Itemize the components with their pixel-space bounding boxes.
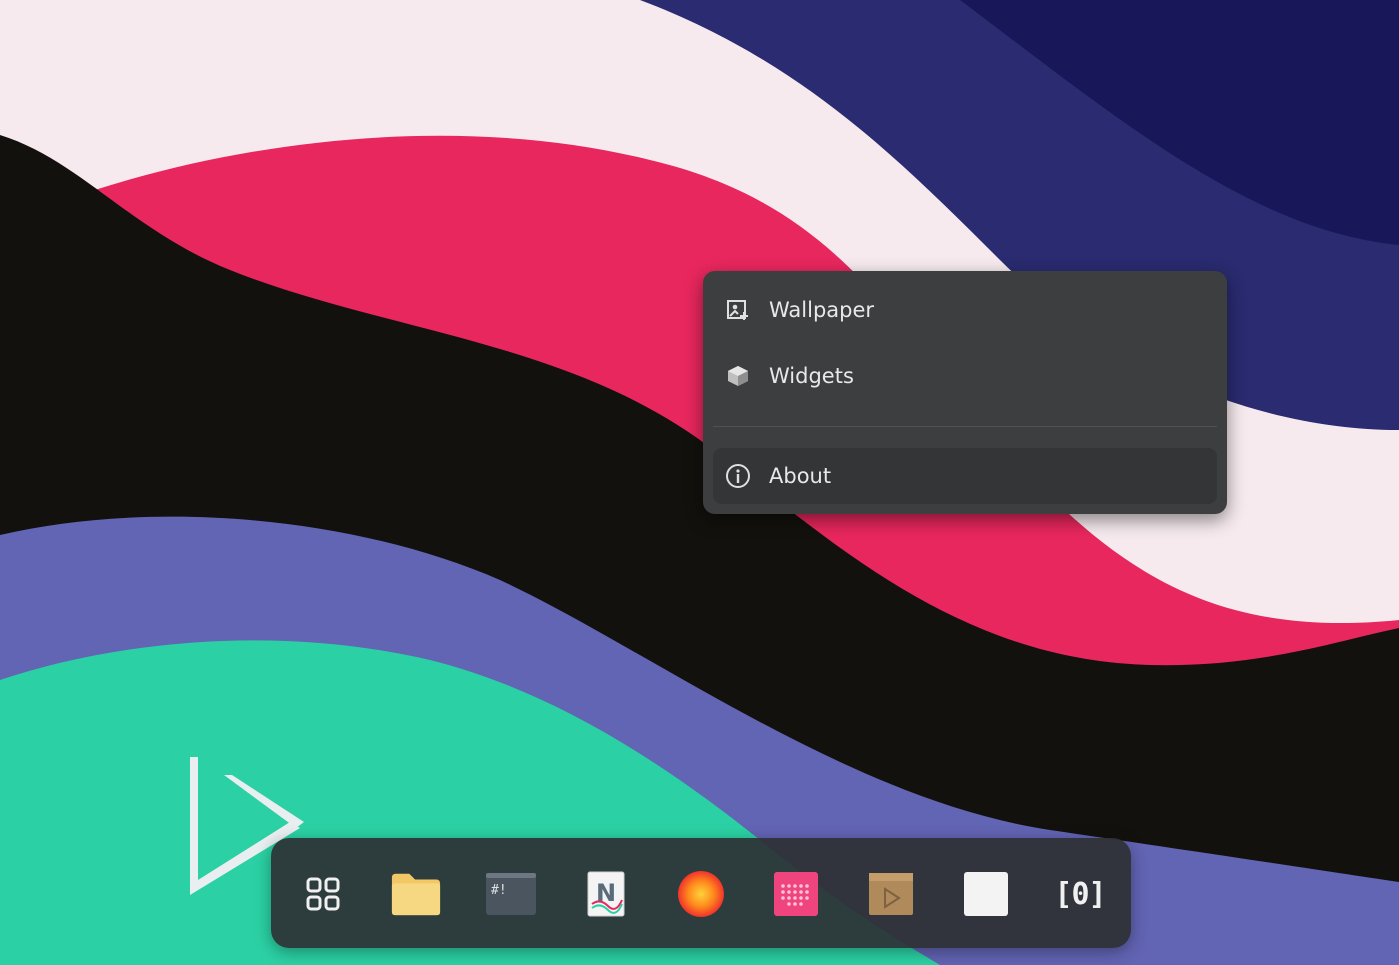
menu-item-widgets[interactable]: Widgets xyxy=(713,348,1217,404)
wallpaper-icon xyxy=(725,297,751,323)
workspaces-icon[interactable]: [0] xyxy=(1054,868,1106,920)
notes-icon[interactable]: N xyxy=(580,868,632,920)
app-grid-icon[interactable] xyxy=(297,868,349,920)
terminal-glyph: #! xyxy=(491,883,507,898)
blank-app-icon[interactable] xyxy=(960,868,1012,920)
dock: #! N [0] xyxy=(271,838,1131,948)
folder-icon[interactable] xyxy=(390,868,442,920)
menu-separator xyxy=(713,426,1217,427)
info-icon xyxy=(725,463,751,489)
menu-item-label: Widgets xyxy=(769,364,854,388)
menu-item-label: Wallpaper xyxy=(769,298,875,322)
menu-item-about[interactable]: About xyxy=(713,448,1217,504)
video-player-icon[interactable] xyxy=(865,868,917,920)
music-grid-icon[interactable] xyxy=(770,868,822,920)
browser-orb-icon[interactable] xyxy=(675,868,727,920)
terminal-icon[interactable]: #! xyxy=(485,868,537,920)
menu-item-wallpaper[interactable]: Wallpaper xyxy=(713,282,1217,338)
desktop-context-menu: Wallpaper Widgets About xyxy=(703,271,1227,514)
menu-item-label: About xyxy=(769,464,832,488)
widgets-cube-icon xyxy=(725,363,751,389)
notes-glyph: N xyxy=(596,879,616,907)
workspaces-glyph: [0] xyxy=(1054,876,1106,912)
